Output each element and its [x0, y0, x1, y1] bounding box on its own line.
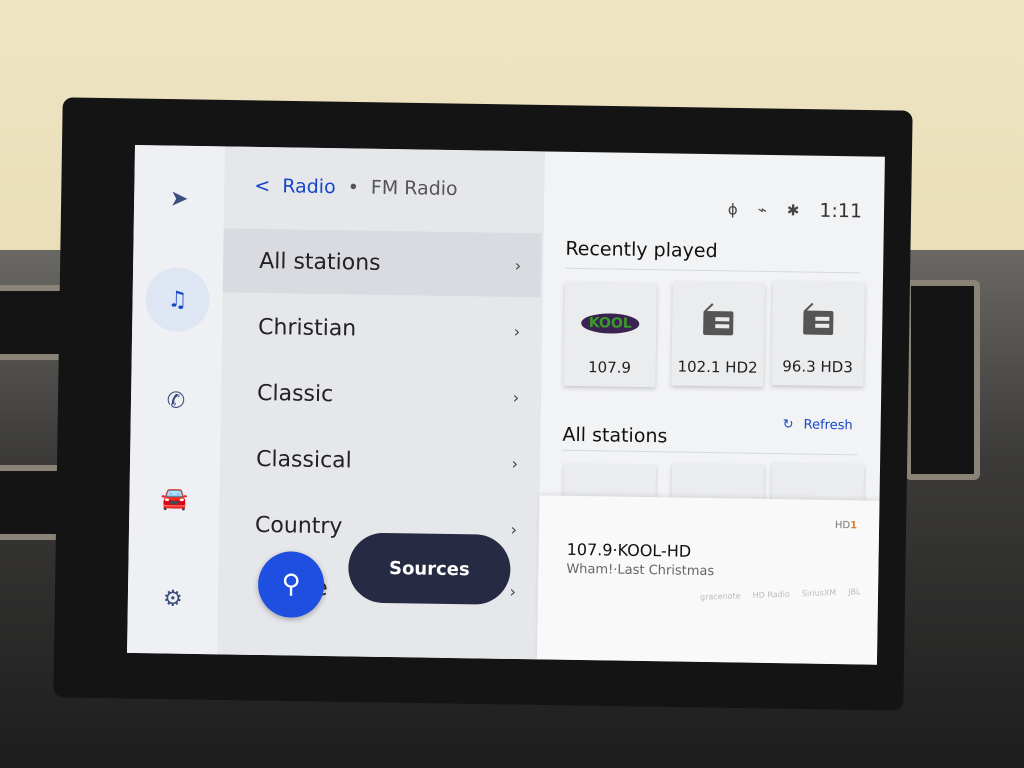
- breadcrumb: < Radio • FM Radio: [254, 175, 458, 200]
- category-label: Country: [254, 512, 343, 539]
- chevron-right-icon: ›: [511, 453, 519, 473]
- chevron-right-icon: ›: [512, 387, 520, 407]
- station-card[interactable]: 96.3 HD3: [771, 281, 865, 387]
- breadcrumb-separator: •: [347, 176, 360, 199]
- radio-icon: [803, 310, 834, 335]
- radio-icon: [703, 310, 734, 336]
- category-all-stations[interactable]: All stations ›: [222, 228, 542, 298]
- station-label: 102.1 HD2: [677, 357, 758, 377]
- siriusxm-logo: SiriusXM: [801, 588, 837, 599]
- hd-radio-logo: HD Radio: [752, 589, 790, 600]
- divider: [565, 267, 861, 274]
- sources-button[interactable]: Sources: [347, 532, 511, 605]
- recently-played-title: Recently played: [565, 237, 718, 263]
- all-stations-title: All stations: [562, 423, 668, 448]
- refresh-icon: ↻: [782, 417, 794, 433]
- now-playing-track: Wham!·Last Christmas: [566, 561, 715, 580]
- nav-rail: ➤ ♫ ✆ 🚘 ⚙: [127, 145, 225, 655]
- hd-radio-indicator: HD1: [834, 520, 858, 532]
- category-classic[interactable]: Classic ›: [221, 360, 540, 429]
- station-label: 96.3 HD3: [782, 357, 854, 377]
- chevron-right-icon: ›: [509, 581, 517, 601]
- gear-icon[interactable]: ⚙: [150, 575, 197, 622]
- category-christian[interactable]: Christian ›: [222, 294, 541, 363]
- chevron-right-icon: ›: [513, 321, 521, 341]
- car-icon[interactable]: 🚘: [151, 475, 198, 522]
- breadcrumb-radio[interactable]: Radio: [282, 175, 336, 198]
- navigation-icon[interactable]: ➤: [156, 175, 203, 222]
- station-card[interactable]: 102.1 HD2: [671, 281, 765, 387]
- now-playing-bar[interactable]: HD1 107.9·KOOL-HD Wham!·Last Christmas: [536, 495, 880, 665]
- station-logo: KOOL: [580, 313, 640, 334]
- category-list: < Radio • FM Radio All stations › Christi…: [217, 146, 545, 660]
- now-playing-station: 107.9·KOOL-HD: [566, 539, 692, 561]
- gracenote-logo: gracenote: [699, 591, 741, 602]
- category-label: All stations: [258, 248, 381, 276]
- category-classical[interactable]: Classical ›: [220, 426, 539, 495]
- divider: [562, 449, 858, 456]
- refresh-button[interactable]: ↻ Refresh: [783, 417, 853, 433]
- air-vent: [905, 280, 980, 480]
- phone-icon[interactable]: ✆: [153, 377, 200, 424]
- status-bar: ϕ ⌁ ✱ 1:11: [727, 198, 863, 223]
- bluetooth-icon: ✱: [786, 201, 800, 220]
- music-icon[interactable]: ♫: [145, 267, 211, 333]
- clock: 1:11: [819, 199, 863, 223]
- refresh-label: Refresh: [803, 417, 853, 434]
- station-card[interactable]: KOOL 107.9: [563, 281, 657, 388]
- category-label: Christian: [257, 314, 357, 341]
- category-label: Classical: [255, 446, 352, 473]
- search-icon: ⚲: [281, 569, 301, 600]
- chevron-right-icon: ›: [510, 519, 518, 539]
- breadcrumb-fm-radio: FM Radio: [370, 176, 458, 201]
- station-label: 107.9: [587, 358, 632, 377]
- back-button[interactable]: <: [254, 175, 270, 197]
- no-signal-icon: ⌁: [757, 200, 767, 219]
- infotainment-screen: ➤ ♫ ✆ 🚘 ⚙ < Radio • FM Radio All station…: [127, 145, 885, 665]
- category-label: Classic: [256, 380, 334, 407]
- jbl-logo: JBL: [848, 587, 861, 597]
- mic-icon: ϕ: [727, 200, 738, 219]
- chevron-right-icon: ›: [514, 255, 522, 275]
